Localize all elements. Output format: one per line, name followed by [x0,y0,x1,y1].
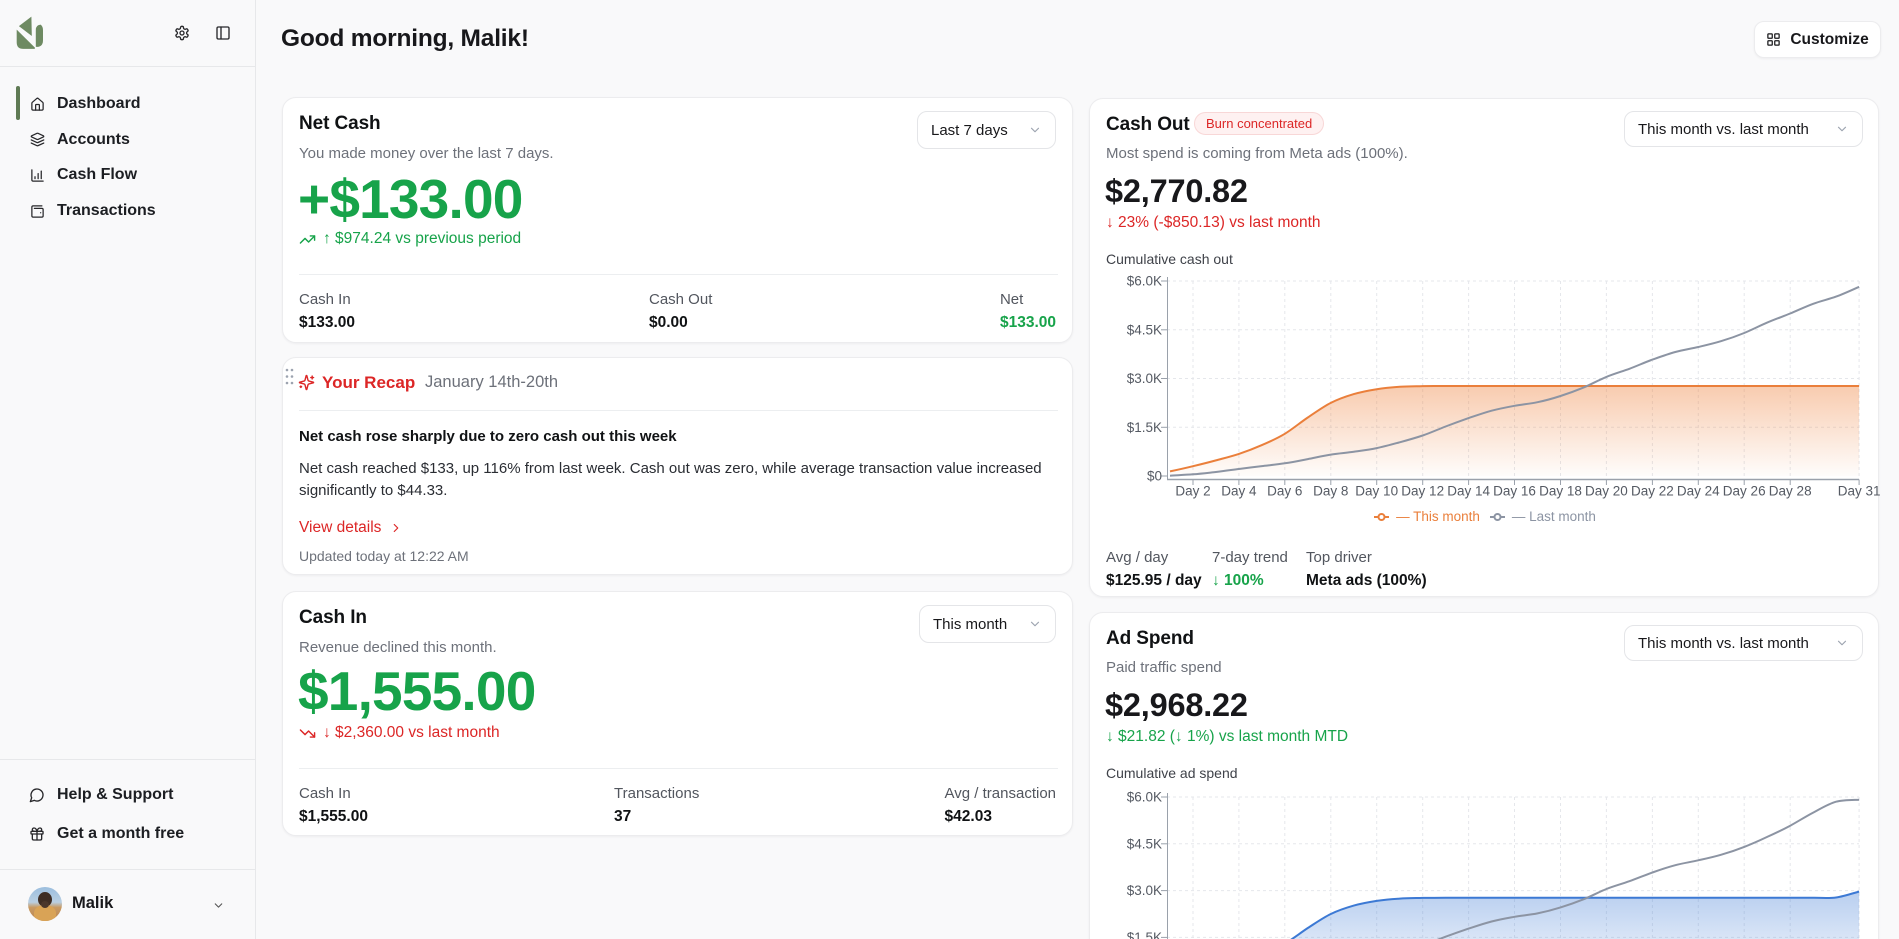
svg-text:Day 6: Day 6 [1267,484,1302,499]
svg-text:$4.5K: $4.5K [1127,836,1162,851]
svg-text:Day 22: Day 22 [1631,484,1674,499]
svg-text:Day 12: Day 12 [1401,484,1444,499]
svg-text:$4.5K: $4.5K [1127,322,1162,337]
svg-text:Day 31: Day 31 [1838,484,1880,499]
svg-text:Day 18: Day 18 [1539,484,1582,499]
svg-text:$1.5K: $1.5K [1127,930,1162,939]
svg-text:Day 4: Day 4 [1221,484,1257,499]
svg-text:Day 14: Day 14 [1447,484,1490,499]
svg-text:$3.0K: $3.0K [1127,883,1162,898]
svg-text:Day 26: Day 26 [1723,484,1766,499]
svg-text:Day 10: Day 10 [1355,484,1398,499]
svg-text:Day 2: Day 2 [1175,484,1210,499]
svg-text:Day 8: Day 8 [1313,484,1348,499]
svg-text:$3.0K: $3.0K [1127,371,1162,386]
svg-text:$6.0K: $6.0K [1127,790,1162,805]
svg-text:Day 20: Day 20 [1585,484,1628,499]
svg-text:$1.5K: $1.5K [1127,420,1162,435]
svg-text:$6.0K: $6.0K [1127,274,1162,289]
svg-text:$0: $0 [1147,469,1162,484]
svg-text:Day 16: Day 16 [1493,484,1536,499]
svg-text:Day 28: Day 28 [1769,484,1812,499]
svg-text:Day 24: Day 24 [1677,484,1720,499]
